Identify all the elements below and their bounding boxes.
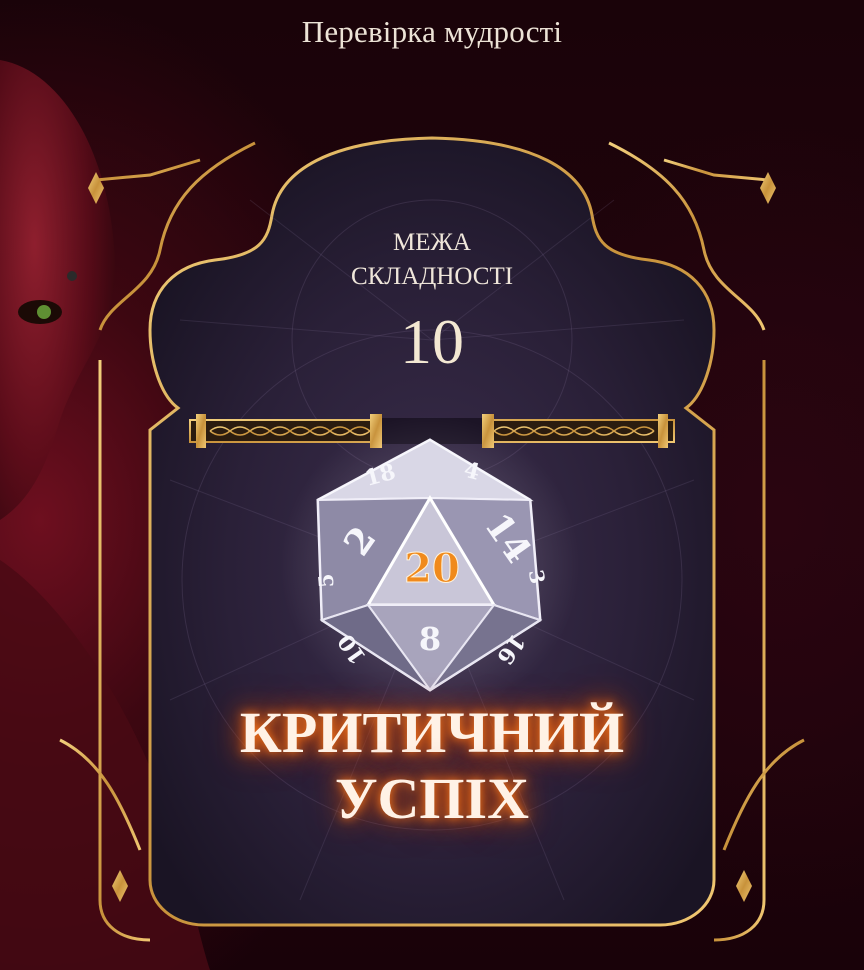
- rolled-number: 20: [404, 545, 460, 592]
- difficulty-class-label: МЕЖА СКЛАДНОСТІ: [350, 229, 514, 290]
- roll-result-screen: Перевірка мудрості 18 4 2 14 3 5 8 10 16…: [0, 0, 864, 970]
- die-face-number: 5: [313, 573, 338, 589]
- critical-success-label: КРИТИЧНИЙ УСПІХ: [239, 700, 625, 831]
- roll-result-text: КРИТИЧНИЙ УСПІХ: [132, 700, 732, 832]
- die-face-number: 8: [419, 620, 441, 658]
- difficulty-class-value: 10: [400, 306, 464, 377]
- d20-die: 18 4 2 14 3 5 8 10 16 20: [280, 415, 580, 715]
